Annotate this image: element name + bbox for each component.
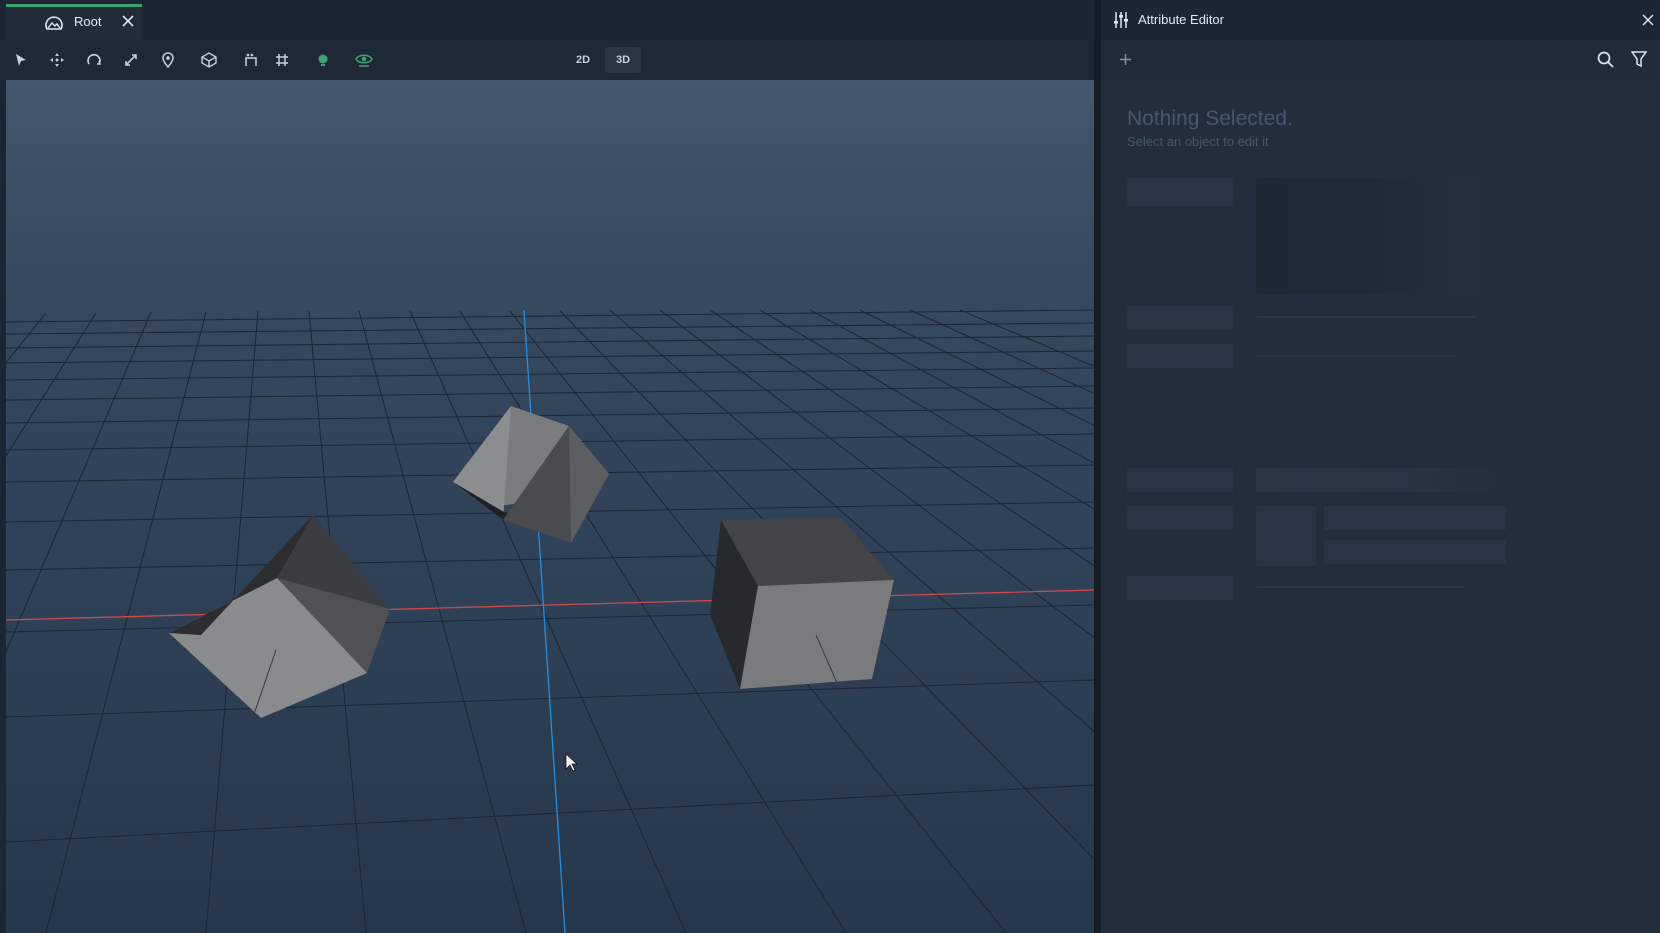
move-icon[interactable]	[47, 50, 67, 70]
filter-icon[interactable]	[1630, 51, 1648, 73]
close-icon[interactable]	[1642, 13, 1654, 31]
plus-icon[interactable]	[1119, 53, 1132, 71]
cube-object-2[interactable]	[453, 406, 609, 543]
placeholder-field	[1324, 506, 1506, 530]
placeholder-field	[1324, 540, 1506, 564]
panel-splitter[interactable]	[1094, 0, 1101, 933]
x-axis-line	[6, 589, 1094, 621]
scene-canvas	[6, 309, 1094, 933]
tab-root[interactable]: Root	[6, 4, 142, 40]
sliders-icon	[1113, 11, 1129, 34]
scale-icon[interactable]	[121, 50, 141, 70]
z-axis-line	[523, 309, 566, 933]
geometry-icon[interactable]	[199, 50, 219, 70]
placeholder-label	[1127, 178, 1233, 206]
close-icon[interactable]	[121, 14, 135, 33]
grid-icon[interactable]	[272, 50, 292, 70]
placeholder-label	[1127, 468, 1233, 492]
document-tab-bar: Root	[0, 0, 1093, 40]
placeholder-preview	[1256, 178, 1506, 294]
viewport-toolbar: 2D 3D	[0, 40, 1093, 80]
placeholder-slider	[1256, 316, 1476, 318]
3d-viewport[interactable]	[6, 80, 1094, 933]
placeholder-label	[1127, 344, 1233, 368]
placeholder-slider	[1256, 586, 1466, 588]
attribute-editor-panel: Attribute Editor Nothing Selected. Selec…	[1101, 0, 1660, 933]
view-3d-button[interactable]: 3D	[605, 47, 641, 73]
tab-active-indicator	[6, 4, 142, 7]
placeholder-label	[1127, 306, 1233, 330]
select-arrow-icon[interactable]	[11, 50, 31, 70]
placeholder-label	[1127, 506, 1233, 530]
placeholder-swatch	[1256, 506, 1316, 566]
tab-label: Root	[74, 14, 102, 29]
mouse-cursor	[565, 753, 579, 772]
placeholder-label	[1127, 576, 1233, 600]
panel-subtoolbar	[1101, 40, 1660, 80]
cube-object-3[interactable]	[710, 517, 894, 689]
pin-icon[interactable]	[158, 50, 178, 70]
empty-state-subtitle: Select an object to edit it	[1127, 134, 1269, 149]
view-2d-button[interactable]: 2D	[565, 47, 601, 73]
panel-title: Attribute Editor	[1138, 12, 1224, 27]
search-icon[interactable]	[1597, 51, 1614, 73]
light-icon[interactable]	[313, 50, 333, 70]
eye-icon[interactable]	[354, 50, 374, 70]
panel-header: Attribute Editor	[1101, 0, 1660, 40]
cube-object-1[interactable]	[169, 515, 390, 718]
ground-grid	[6, 309, 1094, 933]
empty-state-title: Nothing Selected.	[1127, 107, 1293, 130]
landscape-icon	[44, 13, 64, 38]
placeholder-field	[1256, 468, 1506, 492]
transform-snap-icon[interactable]	[241, 50, 261, 70]
rotate-icon[interactable]	[84, 50, 104, 70]
placeholder-slider	[1256, 355, 1456, 357]
